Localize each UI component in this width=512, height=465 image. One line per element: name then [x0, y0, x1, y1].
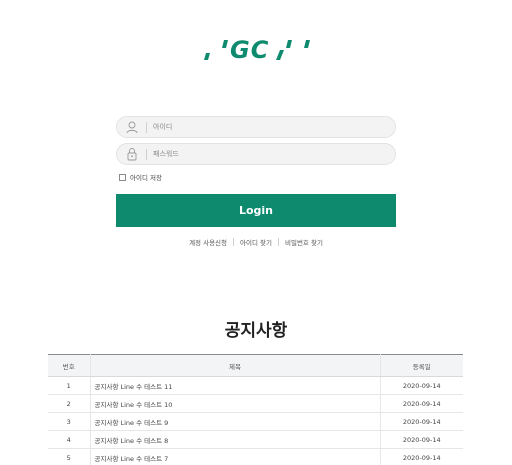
checkbox-box[interactable] — [119, 173, 126, 181]
column-header-date: 등록일 — [380, 354, 463, 377]
find-id-link[interactable]: 아이디 찾기 — [234, 237, 278, 247]
row-number: 3 — [48, 412, 91, 431]
remember-id-label: 아이디 저장 — [130, 174, 162, 182]
row-date: 2020-09-14 — [380, 448, 463, 465]
row-number: 2 — [48, 394, 91, 413]
row-title-link[interactable]: 공지사항 Line 수 테스트 11 — [90, 376, 381, 395]
row-title-link[interactable]: 공지사항 Line 수 테스트 7 — [90, 448, 381, 465]
row-title-link[interactable]: 공지사항 Line 수 테스트 10 — [90, 394, 381, 413]
row-date: 2020-09-14 — [380, 412, 463, 431]
field-divider — [146, 122, 147, 133]
svg-text:GC: GC — [230, 36, 269, 62]
notice-title: 공지사항 — [224, 321, 288, 341]
field-divider — [146, 149, 147, 160]
id-input[interactable] — [153, 119, 383, 135]
table-row[interactable]: 2 공지사항 Line 수 테스트 10 2020-09-14 — [48, 394, 463, 413]
id-field[interactable] — [116, 116, 396, 138]
row-title-link[interactable]: 공지사항 Line 수 테스트 9 — [90, 412, 381, 431]
table-row[interactable]: 5 공지사항 Line 수 테스트 7 2020-09-14 — [48, 448, 463, 465]
row-title-link[interactable]: 공지사항 Line 수 테스트 8 — [90, 430, 381, 449]
notice-table: 번호 제목 등록일 1 공지사항 Line 수 테스트 11 2020-09-1… — [48, 354, 463, 465]
gc-logo: GC — [204, 36, 310, 62]
table-row[interactable]: 4 공지사항 Line 수 테스트 8 2020-09-14 — [48, 430, 463, 449]
column-header-title: 제목 — [90, 354, 381, 377]
user-icon — [126, 121, 138, 134]
lock-icon — [127, 148, 137, 161]
row-number: 5 — [48, 448, 91, 465]
account-links: 계정 사용신청 아이디 찾기 비밀번호 찾기 — [116, 237, 396, 247]
row-date: 2020-09-14 — [380, 376, 463, 395]
row-number: 1 — [48, 376, 91, 395]
table-row[interactable]: 1 공지사항 Line 수 테스트 11 2020-09-14 — [48, 376, 463, 395]
account-apply-link[interactable]: 계정 사용신청 — [183, 237, 233, 247]
password-input[interactable] — [153, 146, 383, 162]
row-date: 2020-09-14 — [380, 430, 463, 449]
table-row[interactable]: 3 공지사항 Line 수 테스트 9 2020-09-14 — [48, 412, 463, 431]
login-button[interactable]: Login — [116, 194, 396, 227]
row-number: 4 — [48, 430, 91, 449]
password-field[interactable] — [116, 143, 396, 165]
column-header-no: 번호 — [48, 354, 91, 377]
find-password-link[interactable]: 비밀번호 찾기 — [279, 237, 329, 247]
remember-id-checkbox[interactable]: 아이디 저장 — [119, 172, 162, 182]
row-date: 2020-09-14 — [380, 394, 463, 413]
table-header-row: 번호 제목 등록일 — [48, 354, 463, 377]
